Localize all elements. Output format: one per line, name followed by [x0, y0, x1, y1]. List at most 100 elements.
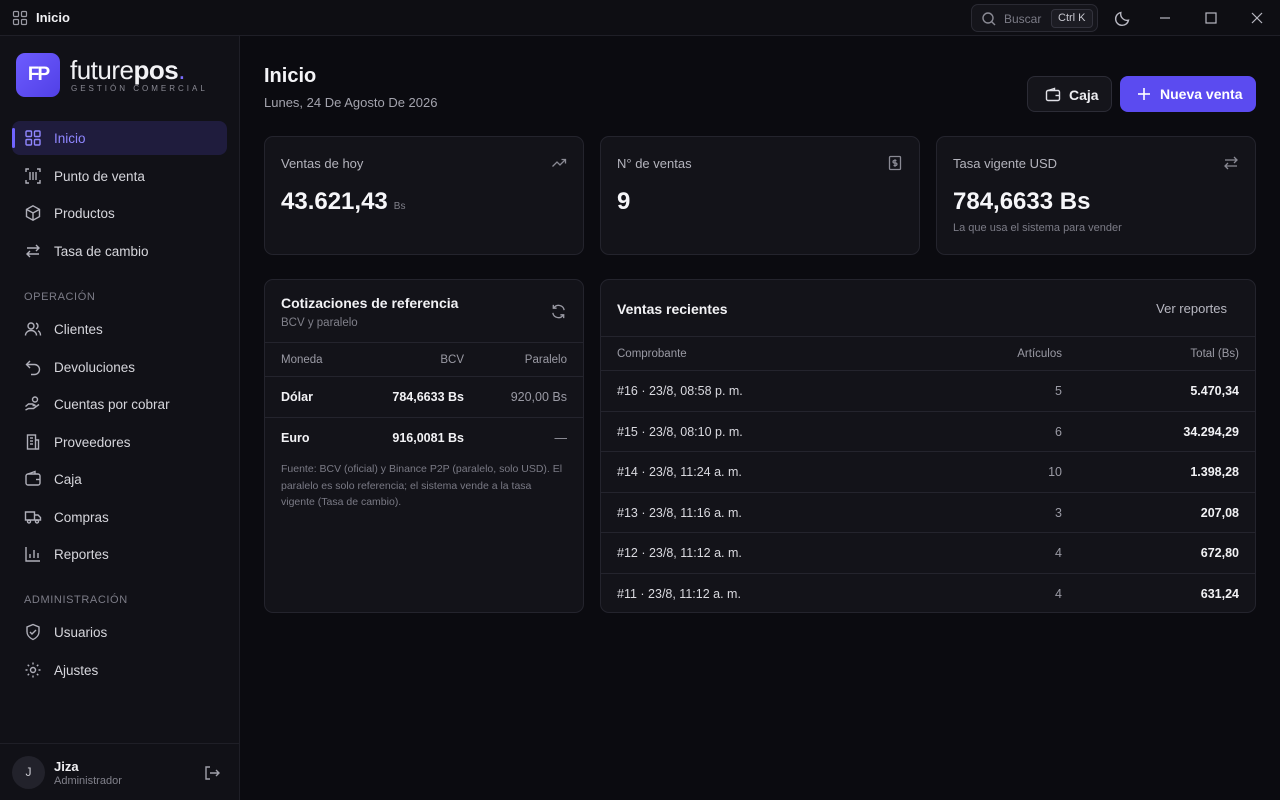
sidebar-item-ajustes[interactable]: Ajustes [12, 653, 227, 687]
sidebar-item-label: Tasa de cambio [54, 244, 149, 259]
articulos-cell: 4 [1055, 546, 1062, 560]
articulos-cell: 4 [1055, 587, 1062, 601]
quotes-header-row: Moneda BCV Paralelo [265, 342, 583, 376]
user-name: Jiza [54, 759, 79, 774]
user-role: Administrador [54, 775, 122, 787]
wallet-icon [1045, 87, 1061, 102]
receipt-icon [888, 155, 902, 171]
sidebar-item-label: Clientes [54, 322, 103, 337]
comprobante-cell: #13 · 23/8, 11:16 a. m. [617, 506, 742, 520]
table-row[interactable]: #15 · 23/8, 08:10 p. m. 6 34.294,29 [601, 411, 1255, 452]
sidebar-item-productos[interactable]: Productos [12, 196, 227, 230]
quotes-subtitle: BCV y paralelo [281, 317, 358, 329]
sidebar-item-punto-de-venta[interactable]: Punto de venta [12, 159, 227, 193]
stat-value: 9 [617, 188, 631, 215]
logo-initials: FP [27, 64, 50, 85]
exchange-arrows-icon [26, 244, 40, 258]
sidebar-item-label: Caja [54, 472, 82, 487]
stat-value-number: 43.621,43 [281, 188, 388, 215]
total-cell: 207,08 [1200, 506, 1239, 520]
moneda-cell: Euro [281, 431, 310, 445]
table-row[interactable]: #14 · 23/8, 11:24 a. m. 10 1.398,28 [601, 451, 1255, 492]
maximize-icon[interactable] [1201, 8, 1221, 28]
trending-up-icon [552, 158, 567, 167]
sidebar-item-label: Usuarios [54, 625, 108, 640]
hand-coins-icon [25, 396, 40, 411]
sidebar-item-label: Punto de venta [54, 169, 145, 184]
nueva-venta-button[interactable]: Nueva venta [1120, 76, 1256, 112]
sidebar-item-label: Inicio [54, 131, 86, 146]
search-icon [982, 12, 996, 26]
close-icon[interactable] [1247, 8, 1267, 28]
column-header-moneda: Moneda [281, 354, 323, 366]
recent-sales-card: Ventas recientes Ver reportes Comprobant… [600, 279, 1256, 613]
stat-card-ventas-hoy: Ventas de hoy 43.621,43 Bs [264, 136, 584, 255]
total-cell: 1.398,28 [1190, 465, 1239, 479]
sidebar-item-tasa-de-cambio[interactable]: Tasa de cambio [12, 234, 227, 268]
sidebar-item-clientes[interactable]: Clientes [12, 312, 227, 346]
table-row[interactable]: #12 · 23/8, 11:12 a. m. 4 672,80 [601, 532, 1255, 573]
minimize-icon[interactable] [1155, 8, 1175, 28]
stat-value: 784,6633 Bs [953, 188, 1091, 215]
sidebar-item-label: Cuentas por cobrar [54, 397, 170, 412]
articulos-cell: 3 [1055, 506, 1062, 520]
sidebar-item-compras[interactable]: Compras [12, 500, 227, 534]
recent-sales-title: Ventas recientes [617, 301, 728, 317]
brand-name: futurepos. [70, 55, 185, 86]
nueva-venta-label: Nueva venta [1160, 86, 1243, 102]
brand-dot: . [178, 55, 185, 85]
quotes-title: Cotizaciones de referencia [281, 295, 459, 311]
articulos-cell: 6 [1055, 425, 1062, 439]
recent-header-row: Comprobante Artículos Total (Bs) [601, 336, 1255, 370]
sidebar-item-label: Compras [54, 510, 109, 525]
table-row[interactable]: #16 · 23/8, 08:58 p. m. 5 5.470,34 [601, 370, 1255, 411]
stat-label: Tasa vigente USD [953, 156, 1058, 171]
comprobante-cell: #15 · 23/8, 08:10 p. m. [617, 425, 743, 439]
comprobante-cell: #12 · 23/8, 11:12 a. m. [617, 546, 742, 560]
sidebar-item-caja[interactable]: Caja [12, 462, 227, 496]
sidebar-item-usuarios[interactable]: Usuarios [12, 615, 227, 649]
sidebar: FP futurepos. GESTIÓN COMERCIAL Inicio P… [0, 36, 240, 800]
bcv-cell: 784,6633 Bs [392, 390, 464, 404]
total-cell: 672,80 [1200, 546, 1239, 560]
truck-icon [24, 511, 42, 524]
main-content: Inicio Lunes, 24 De Agosto De 2026 Caja … [240, 36, 1280, 800]
search-input[interactable]: Buscar Ctrl K [971, 4, 1098, 32]
title-bar: Inicio Buscar Ctrl K [0, 0, 1280, 36]
package-icon [25, 204, 41, 222]
stat-unit: Bs [393, 201, 406, 212]
sidebar-item-proveedores[interactable]: Proveedores [12, 425, 227, 459]
barcode-scan-icon [25, 168, 41, 184]
total-cell: 631,24 [1200, 587, 1239, 601]
sidebar-item-cuentas-por-cobrar[interactable]: Cuentas por cobrar [12, 387, 227, 421]
column-header-paralelo: Paralelo [524, 354, 567, 366]
avatar: J [12, 756, 45, 789]
sidebar-item-reportes[interactable]: Reportes [12, 537, 227, 571]
column-header-total: Total (Bs) [1190, 348, 1239, 360]
user-profile: J Jiza Administrador [0, 743, 239, 800]
table-row[interactable]: #13 · 23/8, 11:16 a. m. 3 207,08 [601, 492, 1255, 533]
refresh-icon[interactable] [550, 303, 567, 320]
comprobante-cell: #14 · 23/8, 11:24 a. m. [617, 465, 742, 479]
sidebar-item-devoluciones[interactable]: Devoluciones [12, 350, 227, 384]
caja-button[interactable]: Caja [1027, 76, 1112, 112]
grid-icon [12, 10, 28, 26]
bcv-cell: 916,0081 Bs [392, 431, 464, 445]
gear-icon [25, 662, 41, 678]
articulos-cell: 10 [1048, 465, 1062, 479]
stat-label: Ventas de hoy [281, 156, 364, 171]
exchange-arrows-icon [1224, 156, 1238, 170]
moon-icon[interactable] [1113, 8, 1133, 28]
table-row[interactable]: #11 · 23/8, 11:12 a. m. 4 631,24 [601, 573, 1255, 614]
page-title: Inicio [264, 65, 317, 87]
total-cell: 5.470,34 [1190, 384, 1239, 398]
ver-reportes-link[interactable]: Ver reportes [1156, 301, 1227, 316]
shield-check-icon [26, 623, 40, 641]
table-row: Euro 916,0081 Bs — [265, 417, 583, 458]
sidebar-item-label: Productos [54, 206, 115, 221]
logout-icon[interactable] [203, 764, 221, 782]
sidebar-item-inicio[interactable]: Inicio [12, 121, 227, 155]
sidebar-item-label: Proveedores [54, 435, 131, 450]
comprobante-cell: #16 · 23/8, 08:58 p. m. [617, 384, 743, 398]
caja-button-label: Caja [1069, 87, 1099, 103]
